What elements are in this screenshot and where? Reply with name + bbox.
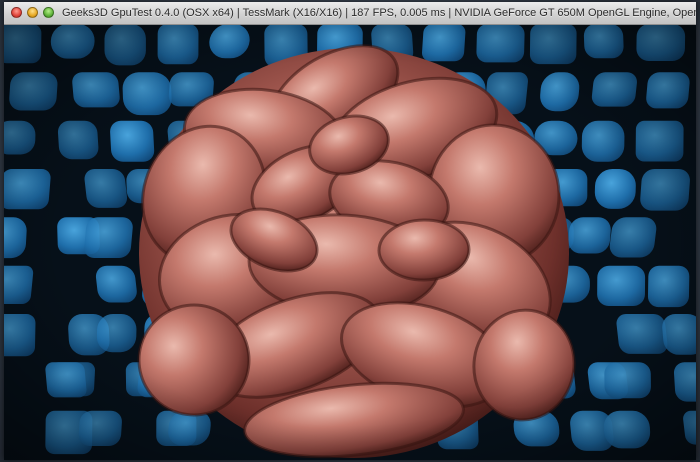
close-button[interactable]	[11, 7, 22, 18]
desktop: Geeks3D GpuTest 0.4.0 (OSX x64) | TessMa…	[0, 0, 700, 462]
window-title: Geeks3D GpuTest 0.4.0 (OSX x64) | TessMa…	[62, 7, 696, 19]
zoom-button[interactable]	[43, 7, 54, 18]
tessellation-scene	[4, 25, 696, 460]
app-window: Geeks3D GpuTest 0.4.0 (OSX x64) | TessMa…	[4, 2, 696, 460]
render-viewport[interactable]	[4, 25, 696, 460]
minimize-button[interactable]	[27, 7, 38, 18]
window-controls	[11, 7, 54, 18]
title-bar[interactable]: Geeks3D GpuTest 0.4.0 (OSX x64) | TessMa…	[4, 2, 696, 25]
